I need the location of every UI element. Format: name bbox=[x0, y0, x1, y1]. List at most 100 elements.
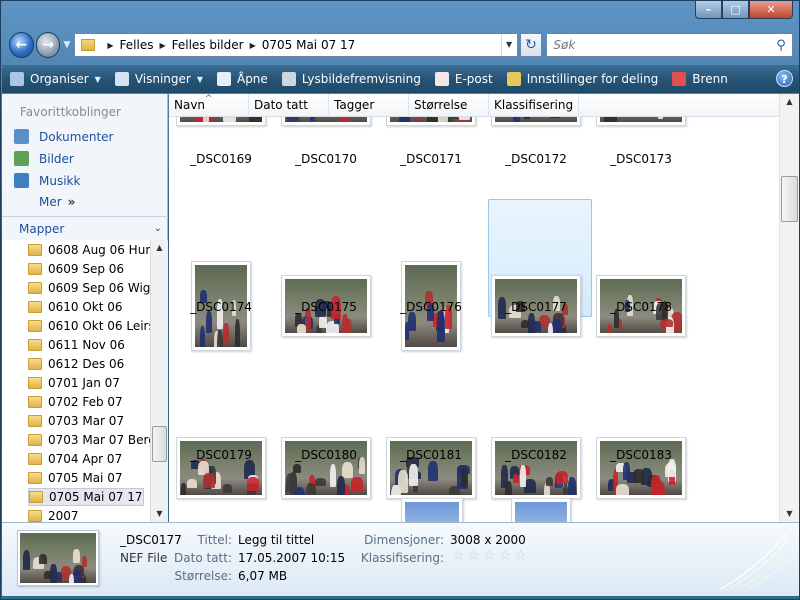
toolbar-label: Åpne bbox=[236, 72, 268, 86]
file-name-label: _DSC0170 bbox=[295, 152, 357, 166]
file-name-label: _DSC0180 bbox=[295, 448, 357, 462]
address-dropdown-icon[interactable]: ▼ bbox=[500, 34, 517, 56]
folder-icon bbox=[28, 282, 42, 294]
close-button[interactable]: ✕ bbox=[749, 1, 793, 19]
column-headers: NavnDato tattTaggerStørrelseKlassifiseri… bbox=[169, 94, 779, 117]
file-name-label: _DSC0183 bbox=[610, 448, 672, 462]
toolbar-share-button[interactable]: Innstillinger for deling bbox=[506, 72, 658, 86]
breadcrumb-separator-icon[interactable]: ▶ bbox=[107, 41, 113, 50]
rating-stars[interactable]: ☆ ☆ ☆ ☆ ☆ bbox=[452, 548, 530, 564]
column-header[interactable]: Dato tatt bbox=[249, 94, 329, 117]
folder-tree-item[interactable]: 0705 Mai 07 17 bbox=[28, 488, 144, 506]
folder-tree-item[interactable]: 0704 Apr 07 bbox=[28, 450, 122, 468]
rating-star-icon[interactable]: ☆ bbox=[499, 548, 512, 564]
details-date-value[interactable]: 17.05.2007 10:15 bbox=[238, 551, 345, 565]
breadcrumb-felles-bilder[interactable]: Felles bilder bbox=[172, 38, 244, 52]
back-button[interactable]: ← bbox=[9, 32, 34, 58]
column-header[interactable]: Størrelse bbox=[409, 94, 489, 117]
photo-detail bbox=[306, 482, 317, 495]
scroll-down-icon[interactable]: ▼ bbox=[151, 506, 168, 522]
folders-header[interactable]: Mapper ⌄ bbox=[2, 216, 168, 240]
file-name-label: _DSC0181 bbox=[400, 448, 462, 462]
photo-detail bbox=[405, 322, 409, 340]
rating-star-icon[interactable]: ☆ bbox=[452, 548, 465, 564]
address-bar[interactable]: ▶ Felles ▶ Felles bilder ▶ 0705 Mai 07 1… bbox=[74, 33, 518, 57]
folder-tree-item[interactable]: 0703 Mar 07 Berge bbox=[28, 431, 150, 449]
toolbar-email-button[interactable]: E-post bbox=[434, 72, 493, 86]
column-header[interactable]: Navn bbox=[169, 94, 249, 117]
toolbar-views-button[interactable]: Visninger ▼ bbox=[114, 72, 203, 86]
toolbar-slideshow-button[interactable]: Lysbildefremvisning bbox=[281, 72, 421, 86]
scrollbar-thumb[interactable] bbox=[152, 426, 167, 462]
rating-star-icon[interactable]: ☆ bbox=[514, 548, 527, 564]
toolbar-organize-button[interactable]: Organiser ▼ bbox=[10, 72, 101, 86]
search-icon[interactable]: ⚲ bbox=[770, 38, 792, 53]
folder-tree-item[interactable]: 0611 Nov 06 bbox=[28, 336, 125, 354]
favorite-link-1[interactable]: Bilder bbox=[14, 151, 74, 166]
forward-button[interactable]: → bbox=[35, 32, 61, 58]
email-icon bbox=[434, 72, 449, 86]
folder-label: 0608 Aug 06 Hund bbox=[48, 243, 150, 257]
folder-tree-item[interactable]: 2007 bbox=[28, 507, 79, 522]
breadcrumb-felles[interactable]: Felles bbox=[120, 38, 154, 52]
thumbnail-image-partial[interactable] bbox=[511, 498, 571, 522]
column-header[interactable]: Klassifisering bbox=[489, 94, 579, 117]
toolbar-burn-button[interactable]: Brenn bbox=[672, 72, 728, 86]
folder-icon bbox=[28, 358, 42, 370]
toolbar-open-button[interactable]: Åpne bbox=[216, 72, 268, 86]
photo-detail bbox=[461, 467, 468, 487]
photo-detail bbox=[427, 461, 439, 482]
folder-label: 0609 Sep 06 WigW bbox=[48, 281, 150, 295]
folder-tree-item[interactable]: 0609 Sep 06 WigW bbox=[28, 279, 150, 297]
rating-star-icon[interactable]: ☆ bbox=[483, 548, 496, 564]
folder-tree-item[interactable]: 0702 Feb 07 bbox=[28, 393, 123, 411]
search-input[interactable] bbox=[553, 38, 770, 52]
folder-tree-item[interactable]: 0608 Aug 06 Hund bbox=[28, 241, 150, 259]
folder-tree-item[interactable]: 0610 Okt 06 bbox=[28, 298, 123, 316]
photo-detail bbox=[44, 570, 52, 579]
toolbar-label: Visninger bbox=[134, 72, 191, 86]
photo-detail bbox=[632, 468, 645, 483]
breadcrumb-separator-icon[interactable]: ▶ bbox=[250, 41, 256, 50]
folder-tree-item[interactable]: 0701 Jan 07 bbox=[28, 374, 120, 392]
file-view-scrollbar[interactable]: ▲ ▼ bbox=[779, 94, 799, 522]
folder-tree-item[interactable]: 0703 Mar 07 bbox=[28, 412, 124, 430]
photo-detail bbox=[606, 323, 612, 333]
breadcrumb-separator-icon[interactable]: ▶ bbox=[159, 41, 165, 50]
thumbnail-image-partial[interactable] bbox=[401, 498, 463, 522]
refresh-icon: ↻ bbox=[525, 37, 537, 53]
minimize-button[interactable]: – bbox=[695, 1, 722, 19]
details-title-value[interactable]: Legg til tittel bbox=[238, 533, 314, 547]
folder-tree-scrollbar[interactable]: ▲ ▼ bbox=[150, 240, 168, 522]
scroll-up-icon[interactable]: ▲ bbox=[151, 240, 168, 256]
open-icon bbox=[216, 72, 231, 86]
rating-star-icon[interactable]: ☆ bbox=[468, 548, 481, 564]
folder-icon bbox=[28, 263, 42, 275]
favorite-link-0[interactable]: Dokumenter bbox=[14, 129, 113, 144]
folder-tree-item[interactable]: 0609 Sep 06 bbox=[28, 260, 124, 278]
photo-detail bbox=[73, 549, 81, 563]
scroll-down-icon[interactable]: ▼ bbox=[780, 506, 799, 522]
help-button[interactable]: ? bbox=[776, 70, 793, 87]
scrollbar-thumb[interactable] bbox=[781, 176, 798, 222]
folder-icon bbox=[28, 434, 42, 446]
folder-tree-item[interactable]: 0612 Des 06 bbox=[28, 355, 124, 373]
navigation-pane: Favorittkoblinger Dokumenter Bilder Musikk… bbox=[2, 94, 168, 522]
photo-detail bbox=[81, 556, 88, 567]
refresh-button[interactable]: ↻ bbox=[519, 33, 543, 57]
recent-pages-dropdown[interactable]: ▼ bbox=[63, 40, 70, 50]
breadcrumb-current-folder[interactable]: 0705 Mai 07 17 bbox=[262, 38, 356, 52]
folder-icon bbox=[28, 472, 42, 484]
search-box[interactable]: ⚲ bbox=[546, 33, 793, 57]
favorite-link-2[interactable]: Musikk bbox=[14, 173, 80, 188]
details-size-value: 6,07 MB bbox=[238, 569, 288, 583]
folder-tree-item[interactable]: 0705 Mai 07 bbox=[28, 469, 122, 487]
chevron-down-icon: ▼ bbox=[94, 74, 101, 84]
more-link[interactable]: Mer » bbox=[39, 195, 75, 209]
folder-label: 0610 Okt 06 bbox=[48, 300, 123, 314]
maximize-button[interactable]: □ bbox=[722, 1, 749, 19]
scroll-up-icon[interactable]: ▲ bbox=[780, 94, 799, 110]
folder-tree-item[interactable]: 0610 Okt 06 Leirsk bbox=[28, 317, 150, 335]
photo-detail bbox=[202, 472, 216, 488]
column-header[interactable]: Tagger bbox=[329, 94, 409, 117]
